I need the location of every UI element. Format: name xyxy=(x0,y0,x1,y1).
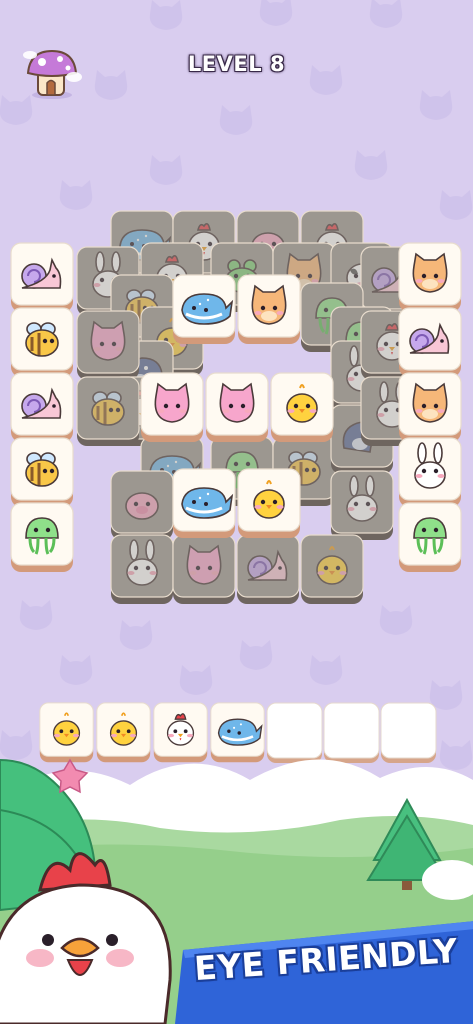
tile-chick[interactable] xyxy=(270,372,334,444)
tile-cat[interactable] xyxy=(398,372,462,444)
tile-snail[interactable] xyxy=(10,372,74,444)
covered-tile-snail xyxy=(236,534,300,606)
covered-tile-pink-cat xyxy=(76,310,140,382)
tile-bee[interactable] xyxy=(10,437,74,509)
covered-tile-bee xyxy=(76,376,140,448)
tile-jellyfish[interactable] xyxy=(10,502,74,574)
chicken-mascot xyxy=(0,852,172,1024)
covered-tile-bunny xyxy=(110,534,174,606)
tile-cat[interactable] xyxy=(398,242,462,314)
covered-tile-pig xyxy=(110,470,174,542)
tile-whale[interactable] xyxy=(172,274,236,346)
tile-cat[interactable] xyxy=(237,274,301,346)
tile-whale[interactable] xyxy=(172,468,236,540)
covered-tile-bunny xyxy=(330,470,394,542)
tile-pink-cat[interactable] xyxy=(140,372,204,444)
covered-tile-chick xyxy=(300,534,364,606)
tile-snail[interactable] xyxy=(10,242,74,314)
tile-jellyfish[interactable] xyxy=(398,502,462,574)
covered-tile-pink-cat xyxy=(172,534,236,606)
tile-bee[interactable] xyxy=(10,307,74,379)
tile-bunny[interactable] xyxy=(398,437,462,509)
tile-snail[interactable] xyxy=(398,307,462,379)
tile-chick[interactable] xyxy=(237,468,301,540)
tile-pink-cat[interactable] xyxy=(205,372,269,444)
